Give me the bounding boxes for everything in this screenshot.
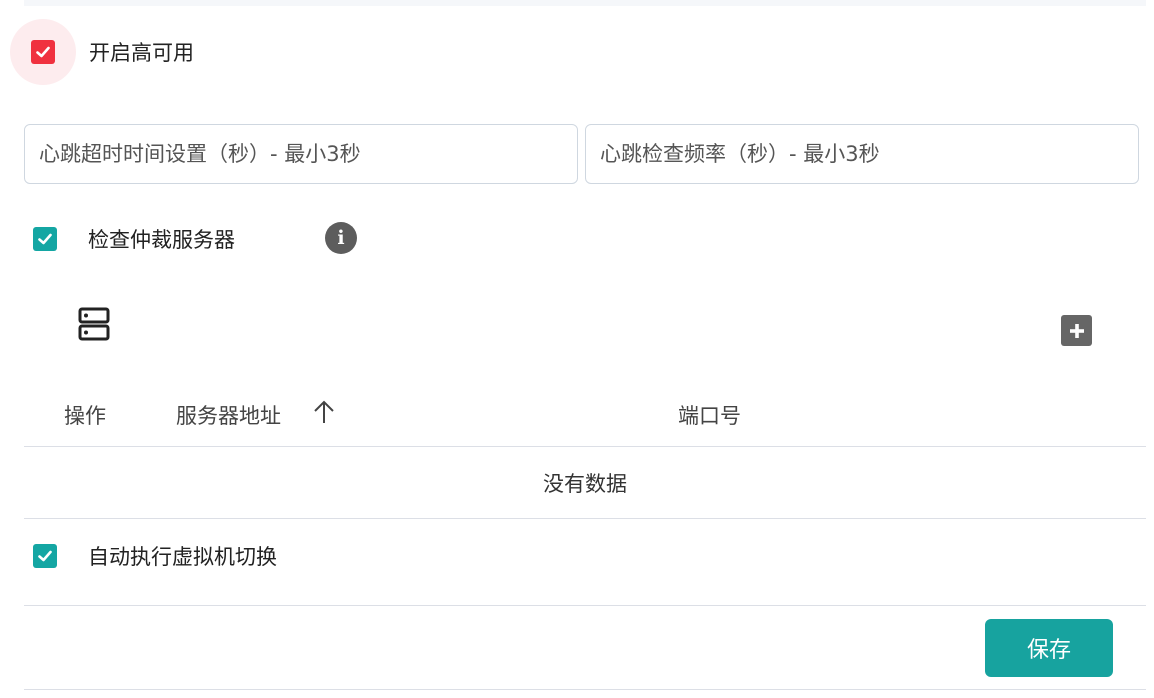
heartbeat-timeout-field[interactable]: [24, 124, 578, 184]
column-header-server-address[interactable]: 服务器地址: [176, 400, 281, 430]
server-table-header: 操作 服务器地址 端口号: [24, 380, 1146, 447]
high-availability-label: 开启高可用: [89, 41, 194, 65]
auto-switch-checkbox[interactable]: [33, 544, 57, 568]
empty-text: 没有数据: [543, 471, 627, 496]
info-icon[interactable]: i: [325, 222, 357, 254]
plus-icon: [1069, 323, 1084, 338]
divider: [24, 605, 1146, 606]
column-header-port[interactable]: 端口号: [678, 400, 741, 430]
table-empty-row: 没有数据: [24, 447, 1146, 519]
high-availability-checkbox[interactable]: [31, 40, 55, 64]
checkbox-focus-ripple: [10, 19, 76, 85]
top-panel-edge: [24, 0, 1146, 6]
arbiter-checkbox[interactable]: [33, 227, 57, 251]
arbiter-row[interactable]: 检查仲裁服务器: [33, 224, 235, 254]
heartbeat-frequency-field[interactable]: [585, 124, 1139, 184]
check-icon: [38, 550, 52, 562]
column-header-action: 操作: [64, 404, 106, 428]
auto-switch-label: 自动执行虚拟机切换: [88, 545, 277, 569]
sort-asc-icon[interactable]: [312, 398, 336, 426]
check-icon: [36, 46, 50, 58]
divider: [24, 689, 1146, 690]
check-icon: [38, 233, 52, 245]
high-availability-row[interactable]: 开启高可用: [10, 17, 194, 87]
auto-switch-row[interactable]: 自动执行虚拟机切换: [33, 541, 277, 571]
save-button[interactable]: 保存: [985, 619, 1113, 677]
heartbeat-frequency-input[interactable]: [598, 141, 1138, 167]
add-server-button[interactable]: [1061, 315, 1092, 346]
server-icon: [78, 307, 110, 341]
arbiter-label: 检查仲裁服务器: [88, 228, 235, 252]
heartbeat-timeout-input[interactable]: [37, 141, 577, 167]
